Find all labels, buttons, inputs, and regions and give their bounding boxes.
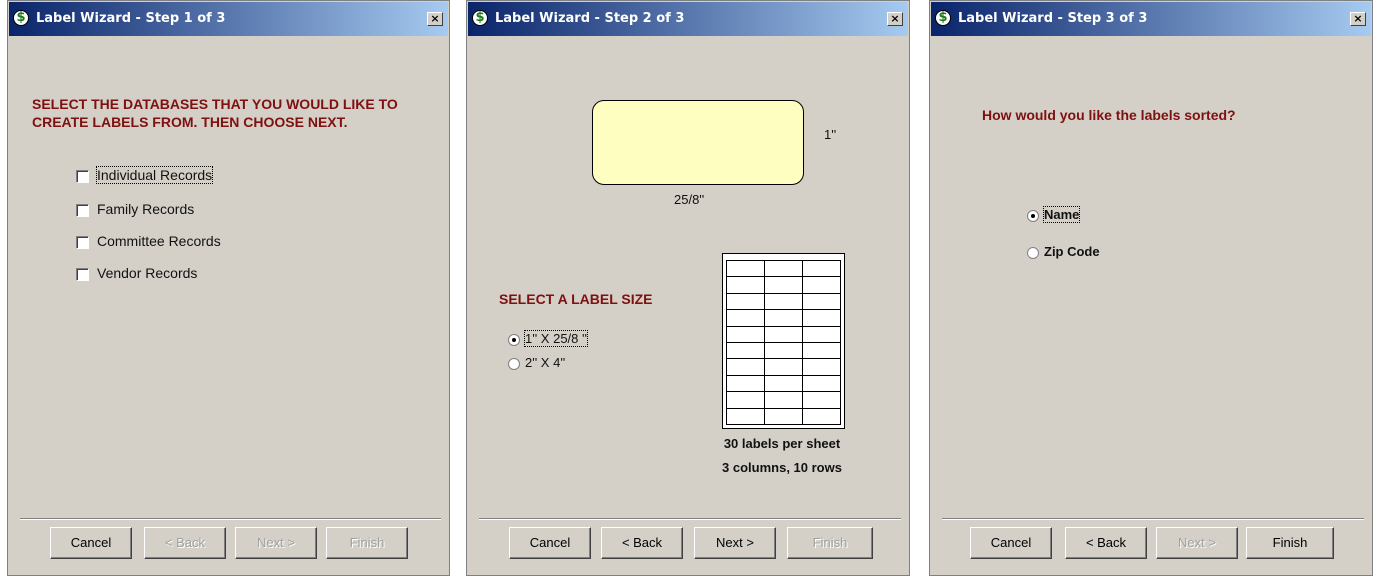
label-wizard-step3-dialog: Label Wizard - Step 3 of 3 × How would y… (929, 0, 1373, 576)
cancel-button[interactable]: Cancel (970, 527, 1052, 559)
footer-separator (479, 518, 901, 520)
checkbox-box[interactable] (76, 268, 89, 281)
close-button[interactable]: × (1350, 12, 1366, 26)
radio-label: 1'' X 25/8 '' (524, 330, 588, 347)
close-button[interactable]: × (427, 12, 443, 26)
radio-label: Name (1042, 206, 1081, 223)
finish-button[interactable]: Finish (1246, 527, 1334, 559)
label-wizard-step2-dialog: Label Wizard - Step 2 of 3 × 1'' 25/8'' … (466, 0, 910, 576)
next-button[interactable]: Next > (235, 527, 317, 559)
radio-label: 2'' X 4'' (525, 355, 566, 370)
finish-button[interactable]: Finish (326, 527, 408, 559)
next-button[interactable]: Next > (694, 527, 776, 559)
window-title: Label Wizard - Step 2 of 3 (495, 11, 685, 26)
title-bar[interactable]: Label Wizard - Step 2 of 3 × (468, 2, 908, 36)
radio-button[interactable] (1027, 210, 1039, 222)
window-title: Label Wizard - Step 3 of 3 (958, 11, 1148, 26)
checkbox-box[interactable] (76, 236, 89, 249)
select-label-size-heading: SELECT A LABEL SIZE (499, 291, 653, 307)
finish-button[interactable]: Finish (787, 527, 873, 559)
label-preview (592, 100, 804, 185)
checkbox-label: Individual Records (95, 166, 214, 184)
dollar-app-icon (472, 10, 488, 26)
cancel-button[interactable]: Cancel (509, 527, 591, 559)
label-wizard-step1-dialog: Label Wizard - Step 1 of 3 × SELECT THE … (7, 0, 450, 576)
checkbox-label: Vendor Records (97, 265, 198, 281)
checkbox-label: Family Records (97, 201, 195, 217)
sort-question-heading: How would you like the labels sorted? (982, 107, 1236, 123)
labels-per-sheet-text: 30 labels per sheet (723, 436, 841, 451)
footer-separator (942, 518, 1364, 520)
cancel-button[interactable]: Cancel (50, 527, 132, 559)
radio-label: Zip Code (1044, 244, 1100, 259)
title-bar[interactable]: Label Wizard - Step 1 of 3 × (9, 2, 448, 36)
back-button[interactable]: < Back (1065, 527, 1147, 559)
title-bar[interactable]: Label Wizard - Step 3 of 3 × (931, 2, 1371, 36)
dollar-app-icon (13, 10, 29, 26)
radio-button[interactable] (1027, 247, 1039, 259)
back-button[interactable]: < Back (144, 527, 226, 559)
footer-separator (20, 518, 441, 520)
dollar-app-icon (935, 10, 951, 26)
checkbox-label: Committee Records (97, 233, 221, 249)
label-height-dimension: 1'' (824, 127, 837, 142)
instruction-heading: SELECT THE DATABASES THAT YOU WOULD LIKE… (32, 96, 398, 130)
checkbox-box[interactable] (76, 204, 89, 217)
label-sheet-grid (726, 259, 841, 426)
window-title: Label Wizard - Step 1 of 3 (36, 11, 226, 26)
label-width-dimension: 25/8'' (674, 192, 705, 207)
checkbox-box[interactable] (76, 170, 89, 183)
back-button[interactable]: < Back (601, 527, 683, 559)
radio-button[interactable] (508, 358, 520, 370)
columns-rows-text: 3 columns, 10 rows (722, 460, 842, 475)
close-button[interactable]: × (887, 12, 903, 26)
radio-button[interactable] (508, 334, 520, 346)
label-sheet-preview (722, 253, 845, 429)
next-button[interactable]: Next > (1156, 527, 1238, 559)
